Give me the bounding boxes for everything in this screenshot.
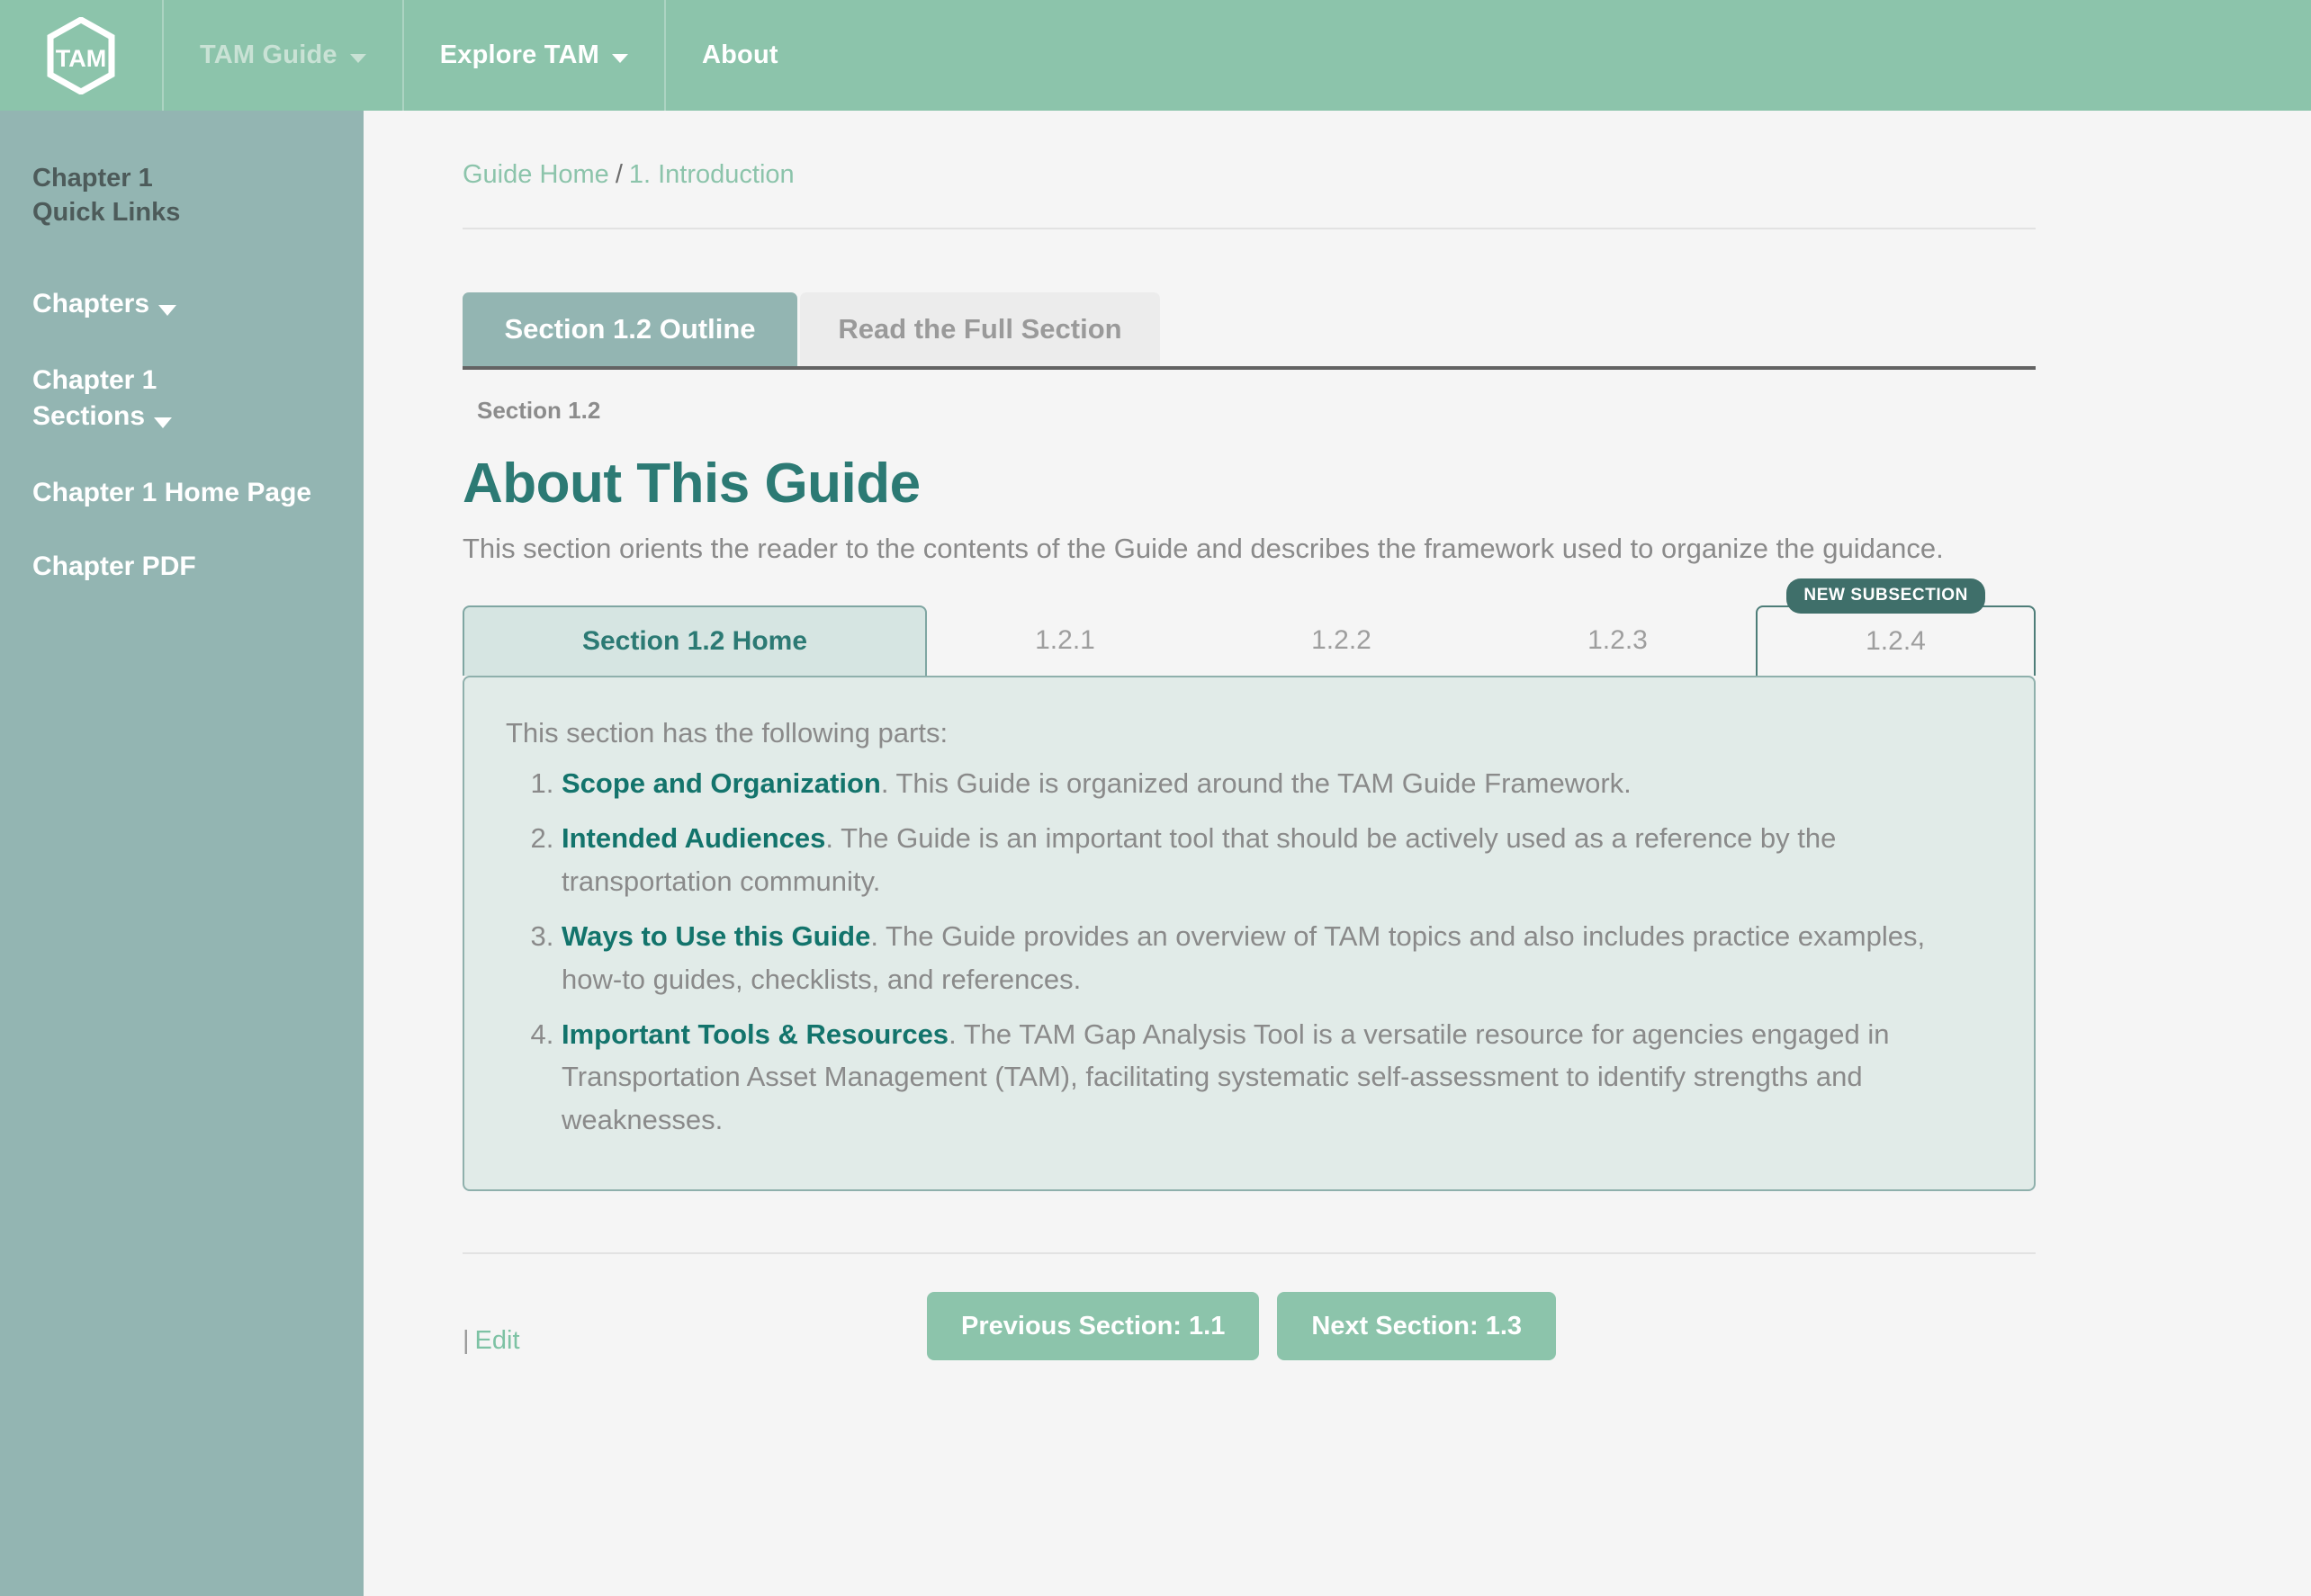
breadcrumb-divider [463,228,2036,229]
breadcrumb-link-guide-home[interactable]: Guide Home [463,160,609,189]
sidebar-item-chapters-label: Chapters [32,288,150,318]
nav-item-about-label: About [702,40,778,69]
main-content: Guide Home/1. Introduction Section 1.2 O… [364,111,2311,1596]
nav-item-about[interactable]: About [666,0,814,111]
section-navigation-buttons: Previous Section: 1.1 Next Section: 1.3 [927,1292,1557,1361]
list-item-term[interactable]: Important Tools & Resources [562,1018,949,1050]
nav-item-explore-tam-label: Explore TAM [439,40,599,69]
sidebar-item-chapters[interactable]: Chapters [32,286,364,322]
sidebar-item-chapter-1-home-page[interactable]: Chapter 1 Home Page [32,475,364,511]
chevron-down-icon [154,417,173,428]
page-title: About This Guide [463,453,921,515]
list-item: Intended Audiences. The Guide is an impo… [562,817,1985,902]
next-section-button[interactable]: Next Section: 1.3 [1277,1292,1557,1361]
app-root: TAM TAM Guide Explore TAM About Chapter … [0,0,2311,1596]
sidebar-item-chapter-pdf[interactable]: Chapter PDF [32,549,364,585]
breadcrumb-separator: / [615,160,623,189]
subtab-section-home[interactable]: Section 1.2 Home [463,605,927,676]
content-container: Guide Home/1. Introduction Section 1.2 O… [364,111,2055,1389]
subtab-1-2-3[interactable]: 1.2.3 [1479,605,1756,676]
list-item: Scope and Organization. This Guide is or… [562,762,1985,804]
list-item-term[interactable]: Intended Audiences [562,822,825,854]
tab-section-outline[interactable]: Section 1.2 Outline [463,292,797,366]
sidebar-title-line2: Quick Links [32,198,181,228]
outline-list: Scope and Organization. This Guide is or… [506,762,1985,1141]
section-outline-panel: This section has the following parts: Sc… [463,675,2036,1192]
nav-item-explore-tam[interactable]: Explore TAM [404,0,666,111]
tab-underline [463,366,2036,370]
breadcrumb: Guide Home/1. Introduction [463,160,2055,228]
new-subsection-badge: NEW SUBSECTION [1786,578,1985,614]
sidebar-item-chapter-1-sections[interactable]: Chapter 1 Sections [32,363,364,434]
sidebar: Chapter 1 Quick Links Chapters Chapter 1… [0,111,364,1596]
subsection-tabs: Section 1.2 Home 1.2.1 1.2.2 1.2.3 1.2.4… [463,578,2036,676]
breadcrumb-link-current[interactable]: 1. Introduction [629,160,795,189]
list-item: Ways to Use this Guide. The Guide provid… [562,915,1985,1000]
subtab-1-2-1[interactable]: 1.2.1 [927,605,1203,676]
edit-link-wrapper: | Edit [463,1326,520,1356]
sidebar-item-sections-line2: Sections [32,400,146,431]
sidebar-title: Chapter 1 Quick Links [32,161,364,230]
svg-text:TAM: TAM [56,45,106,72]
chevron-down-icon [612,53,628,63]
list-item: Important Tools & Resources. The TAM Gap… [562,1013,1985,1141]
sidebar-title-line1: Chapter 1 [32,164,153,193]
top-navigation-bar: TAM TAM Guide Explore TAM About [0,0,2311,111]
tam-hexagon-logo-icon: TAM [47,16,115,94]
edit-separator: | [463,1326,470,1356]
nav-item-tam-guide[interactable]: TAM Guide [164,0,404,111]
chevron-down-icon [349,53,366,63]
nav-item-tam-guide-label: TAM Guide [200,40,337,69]
footer: | Edit Previous Section: 1.1 Next Section… [463,1254,2036,1389]
panel-lead-text: This section has the following parts: [506,716,949,749]
section-eyebrow: Section 1.2 [477,397,601,424]
section-view-tabs: Section 1.2 Outline Read the Full Sectio… [463,292,2036,366]
list-item-term[interactable]: Ways to Use this Guide [562,920,870,952]
tab-read-full-section[interactable]: Read the Full Section [800,292,1160,366]
subtab-1-2-2[interactable]: 1.2.2 [1203,605,1479,676]
edit-link[interactable]: Edit [475,1326,520,1355]
sidebar-item-sections-line1: Chapter 1 [32,365,157,396]
list-item-text: . This Guide is organized around the TAM… [880,767,1632,799]
chevron-down-icon [158,304,177,316]
subtab-1-2-4[interactable]: 1.2.4 [1756,605,2036,676]
brand-logo[interactable]: TAM [0,0,164,111]
previous-section-button[interactable]: Previous Section: 1.1 [927,1292,1260,1361]
page-lede: This section orients the reader to the c… [463,533,1944,564]
list-item-term[interactable]: Scope and Organization [562,767,881,799]
